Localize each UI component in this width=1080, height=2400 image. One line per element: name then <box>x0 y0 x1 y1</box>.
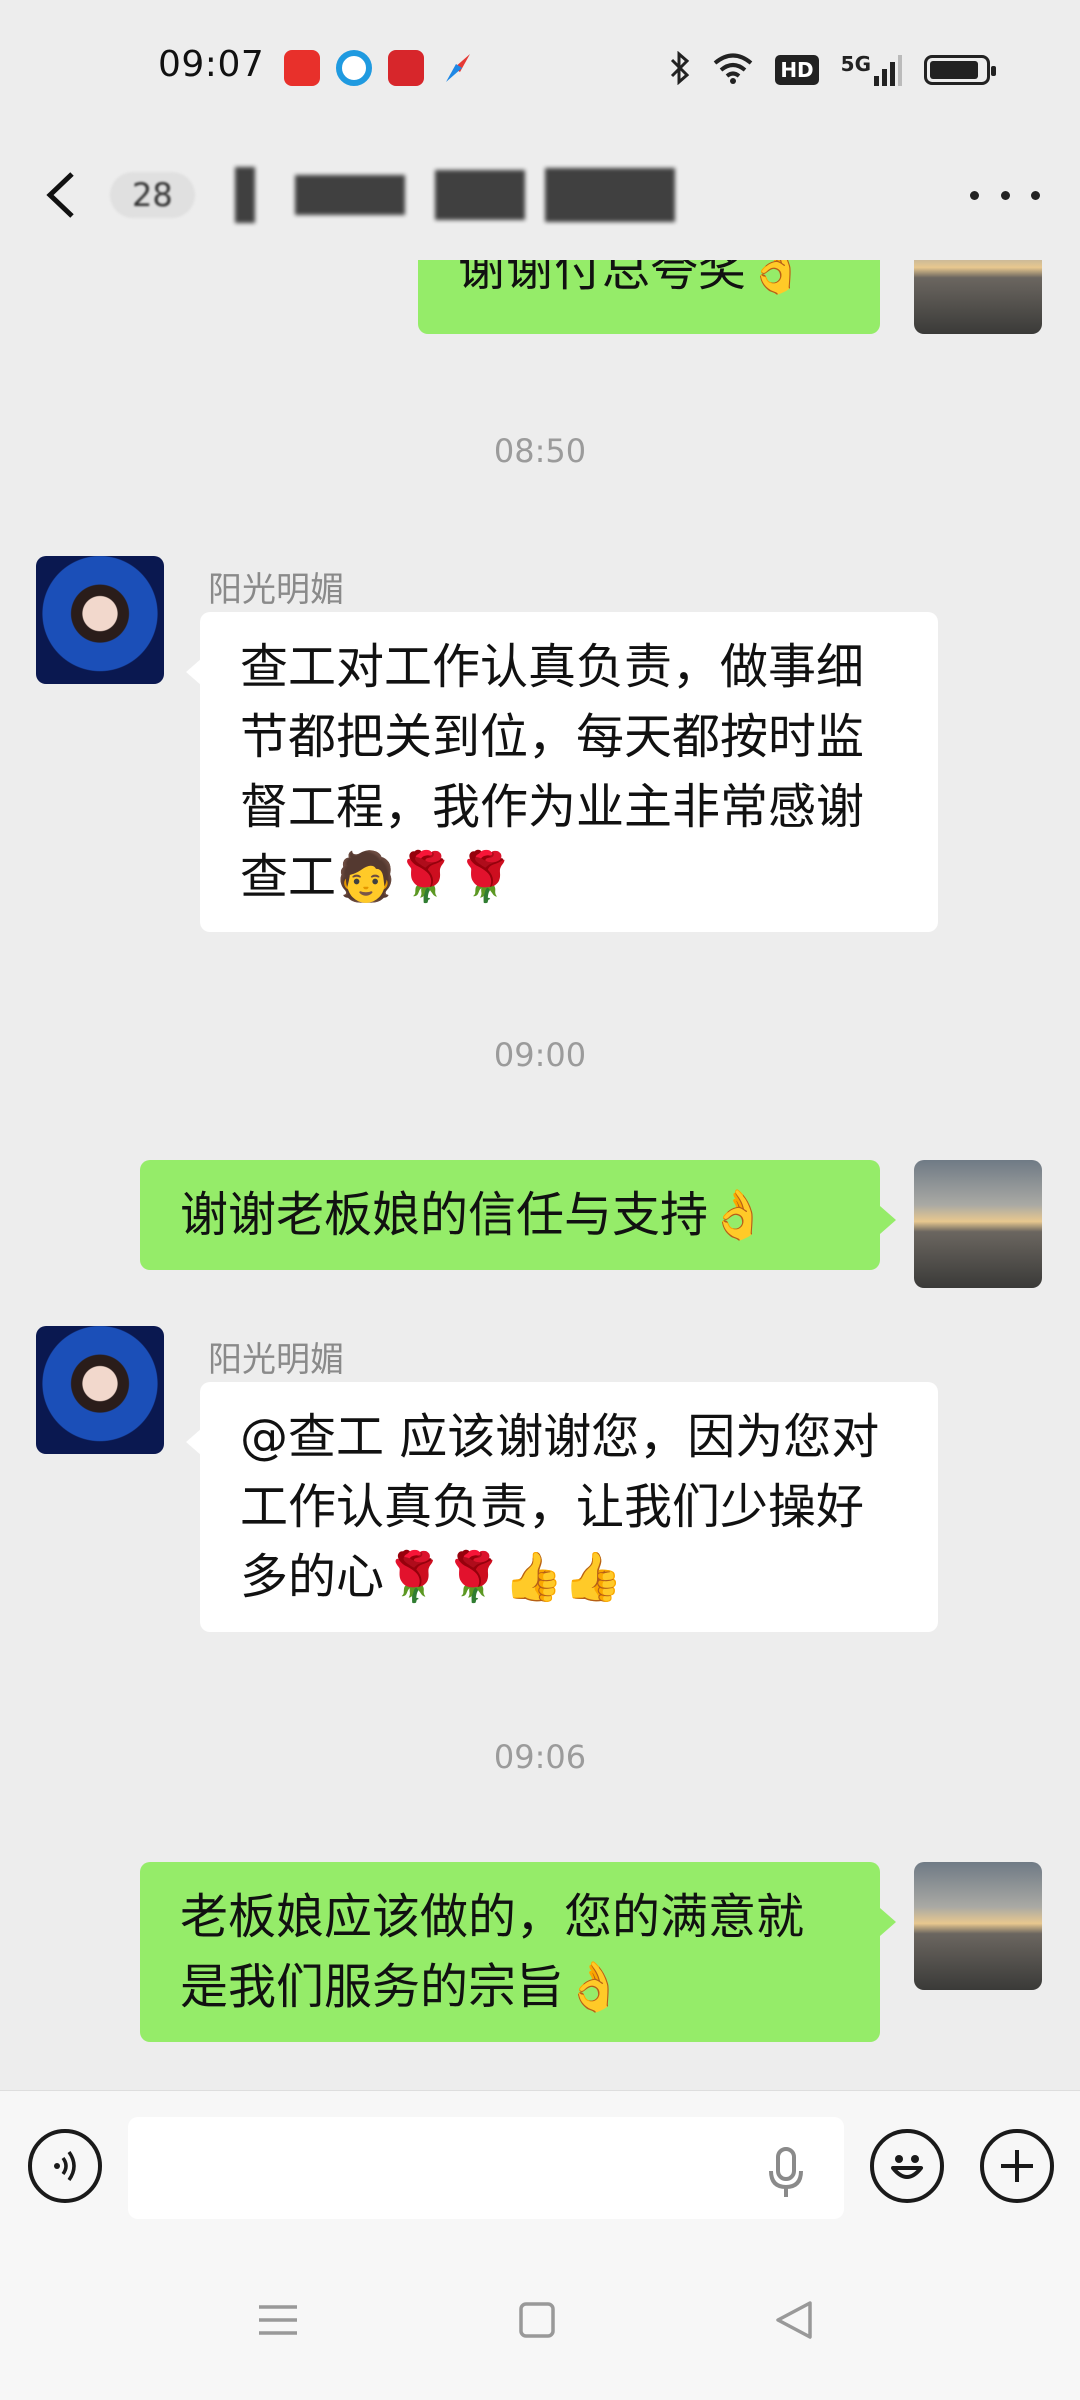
more-functions-button[interactable] <box>980 2129 1054 2203</box>
message-timestamp: 09:06 <box>493 1738 587 1776</box>
status-time: 09:07 <box>158 44 265 85</box>
emoji-button[interactable] <box>870 2129 944 2203</box>
wifi-icon <box>713 52 753 88</box>
message-input[interactable] <box>128 2117 844 2219</box>
more-icon-dot <box>1031 190 1040 200</box>
health-app-icon <box>284 50 320 86</box>
status-indicators: HD 5G <box>669 50 996 90</box>
chat-member-count: 28 <box>110 172 195 218</box>
message-bubble-incoming[interactable]: 查工对工作认真负责，做事细节都把关到位，每天都按时监督工程，我作为业主非常感谢查… <box>186 612 938 932</box>
message-text: 谢谢老板娘的信任与支持👌 <box>180 1187 768 1243</box>
message-text: 老板娘应该做的，您的满意就是我们服务的宗旨👌 <box>180 1889 805 2015</box>
network-type-label: 5G <box>840 52 871 76</box>
battery-icon <box>924 55 996 85</box>
more-options-button[interactable] <box>970 170 1040 220</box>
sender-avatar[interactable] <box>36 556 164 684</box>
voice-icon <box>54 2150 76 2182</box>
sender-name: 阳光明媚 <box>208 570 344 610</box>
voice-mode-button[interactable] <box>28 2129 102 2203</box>
microphone-icon[interactable] <box>762 2145 810 2201</box>
home-button[interactable] <box>502 2285 572 2355</box>
blurred-title <box>294 175 405 215</box>
more-icon-dot <box>1000 190 1010 200</box>
message-text: 查工对工作认真负责，做事细节都把关到位，每天都按时监督工程，我作为业主非常感谢查… <box>240 639 865 905</box>
message-bubble-outgoing[interactable]: 谢谢付总夸奖👌 <box>418 260 880 334</box>
recent-apps-button[interactable] <box>243 2285 313 2355</box>
message-timestamp: 09:00 <box>493 1036 587 1074</box>
system-navigation-bar <box>0 2240 1080 2400</box>
status-bar: 09:07 HD 5G <box>0 0 1080 130</box>
my-avatar[interactable] <box>914 1862 1042 1990</box>
hd-badge: HD <box>775 55 819 85</box>
blurred-title <box>234 167 255 223</box>
plus-icon <box>1001 2150 1033 2182</box>
smiley-icon <box>891 2155 923 2179</box>
my-avatar[interactable] <box>914 1160 1042 1288</box>
sender-name: 阳光明媚 <box>208 1340 344 1380</box>
bluetooth-icon <box>669 50 691 89</box>
message-text: @查工 应该谢谢您，因为您对工作认真负责，让我们少操好多的心🌹🌹👍👍 <box>240 1409 880 1605</box>
chevron-left-icon <box>46 172 74 218</box>
byd-app-icon <box>388 50 424 86</box>
home-square-icon <box>519 2302 555 2338</box>
chat-message-list[interactable]: 谢谢付总夸奖👌 08:50 阳光明媚 查工对工作认真负责，做事细节都把关到位，每… <box>0 260 1080 2090</box>
browser-app-icon <box>336 50 372 86</box>
message-bubble-outgoing[interactable]: 谢谢老板娘的信任与支持👌 <box>140 1160 896 1270</box>
back-button[interactable] <box>42 160 102 230</box>
chat-title[interactable]: 28 <box>110 160 810 230</box>
message-text: 谢谢付总夸奖👌 <box>458 260 806 297</box>
input-bar <box>0 2090 1080 2240</box>
back-triangle-icon <box>776 2301 812 2339</box>
my-avatar[interactable] <box>914 260 1042 334</box>
message-bubble-incoming[interactable]: @查工 应该谢谢您，因为您对工作认真负责，让我们少操好多的心🌹🌹👍👍 <box>186 1382 938 1632</box>
message-bubble-outgoing[interactable]: 老板娘应该做的，您的满意就是我们服务的宗旨👌 <box>140 1862 896 2042</box>
blurred-title <box>434 170 525 220</box>
chat-header: 28 <box>0 130 1080 260</box>
more-icon <box>970 190 979 200</box>
message-timestamp: 08:50 <box>493 432 587 470</box>
signal-icon: 5G <box>841 54 902 86</box>
blurred-title <box>544 168 675 222</box>
compass-app-icon <box>440 50 476 86</box>
back-nav-button[interactable] <box>760 2285 830 2355</box>
menu-icon <box>259 2305 297 2335</box>
sender-avatar[interactable] <box>36 1326 164 1454</box>
